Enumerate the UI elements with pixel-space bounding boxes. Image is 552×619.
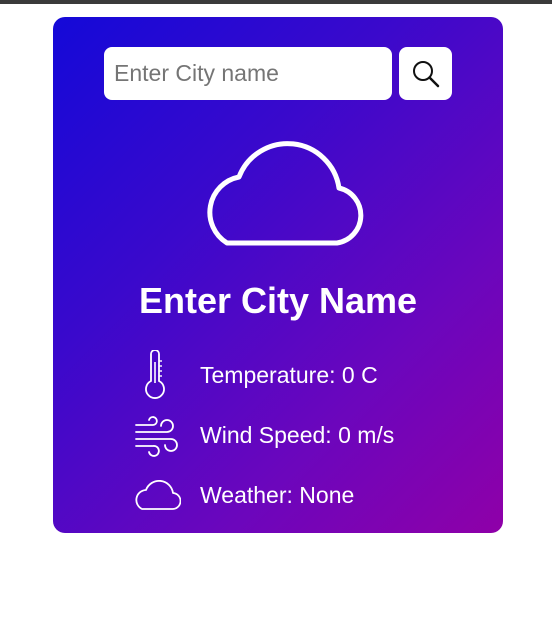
window-top-bar	[0, 0, 552, 4]
wind-icon	[131, 410, 181, 460]
city-name-heading: Enter City Name	[138, 280, 418, 321]
temperature-text: Temperature: 0 C	[200, 362, 378, 388]
thermometer-icon	[131, 349, 181, 400]
search-icon	[411, 59, 441, 89]
weather-card: Enter City Name Temperature: 0 C Wind Sp…	[53, 17, 503, 533]
weather-row: Weather: None	[53, 470, 503, 520]
search-button[interactable]	[399, 47, 452, 100]
city-search-input[interactable]	[104, 47, 392, 100]
wind-speed-row: Wind Speed: 0 m/s	[53, 410, 503, 460]
wind-speed-text: Wind Speed: 0 m/s	[200, 422, 395, 448]
cloud-small-icon	[131, 470, 182, 520]
weather-text: Weather: None	[200, 482, 355, 508]
cloud-icon	[187, 129, 369, 247]
temperature-row: Temperature: 0 C	[53, 349, 503, 400]
